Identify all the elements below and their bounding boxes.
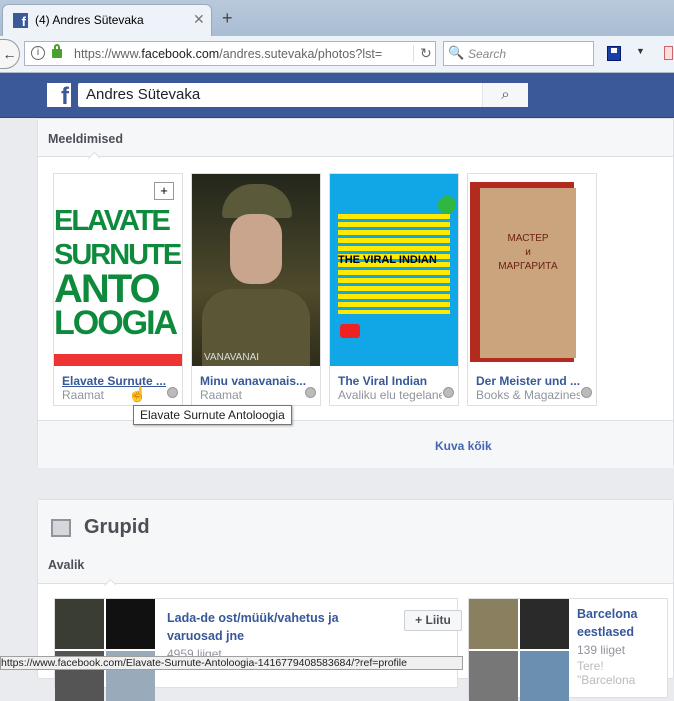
group-name[interactable]: Barcelona eestlased xyxy=(577,605,663,641)
page-category: Raamat xyxy=(200,388,243,402)
status-bar-url: https://www.facebook.com/Elavate-Surnute… xyxy=(0,656,463,670)
page-category: Avaliku elu tegelane xyxy=(338,388,442,402)
plus-icon: + xyxy=(415,613,426,627)
left-column xyxy=(0,118,37,670)
facebook-header: f Andres Sütevaka ⌕ xyxy=(0,73,674,118)
lock-icon xyxy=(52,44,62,58)
facebook-logo[interactable]: f xyxy=(47,83,71,107)
image-text: МАСТЕР xyxy=(507,233,549,244)
group-description: Tere! "Barcelona xyxy=(577,659,636,687)
search-placeholder: Search xyxy=(468,47,507,61)
search-button[interactable]: ⌕ xyxy=(482,83,528,107)
tab-caret xyxy=(88,152,100,159)
page-name[interactable]: Minu vanavanais... xyxy=(200,374,308,388)
url-prefix: https://www. xyxy=(74,47,142,61)
page-name[interactable]: Elavate Surnute ... xyxy=(62,374,170,388)
group-photo[interactable] xyxy=(55,599,104,649)
url-text[interactable]: https://www.facebook.com/andres.sutevaka… xyxy=(74,47,382,61)
groups-title[interactable]: Grupid xyxy=(84,516,150,539)
group-photo[interactable] xyxy=(469,599,518,649)
groups-header: Grupid Avalik xyxy=(38,500,673,584)
url-bar[interactable]: i https://www.facebook.com/andres.suteva… xyxy=(24,41,436,66)
image-text: VANAVANAI xyxy=(204,352,260,363)
image-text: МАРГАРИТА xyxy=(498,261,558,272)
tooltip: Elavate Surnute Antoloogia xyxy=(133,405,292,425)
likes-header: Meeldimised xyxy=(38,119,673,157)
group-members: 139 liiget xyxy=(577,643,626,657)
globe-icon xyxy=(167,387,178,398)
liked-page-tile[interactable]: ELAVATE SURNUTE ANTO LOOGIA + Elavate Su… xyxy=(53,173,183,406)
tab-public[interactable]: Avalik xyxy=(48,558,84,572)
groups-icon xyxy=(51,519,71,537)
page-category: Books & Magazines xyxy=(476,388,580,402)
browser-tab[interactable]: f (4) Andres Sütevaka ✕ xyxy=(2,4,212,36)
back-button[interactable]: ← xyxy=(0,39,20,69)
image-text: и xyxy=(525,247,531,258)
reload-icon[interactable]: ↻ xyxy=(413,45,432,62)
tab-caret xyxy=(104,579,116,586)
globe-icon xyxy=(443,387,454,398)
search-icon: ⌕ xyxy=(501,86,510,103)
join-label: Liitu xyxy=(425,613,451,627)
search-value: Andres Sütevaka xyxy=(86,86,201,103)
save-icon[interactable] xyxy=(607,46,621,61)
group-photo[interactable] xyxy=(520,599,569,649)
add-icon[interactable]: + xyxy=(154,182,174,200)
page-image[interactable]: МАСТЕР и МАРГАРИТА xyxy=(468,174,596,366)
url-path: /andres.sutevaka/photos?lst= xyxy=(219,47,383,61)
info-icon[interactable]: i xyxy=(31,46,45,60)
see-all-link[interactable]: Kuva kõik xyxy=(435,439,492,453)
group-name[interactable]: Lada-de ost/müük/vahetus ja varuosad jne xyxy=(167,609,397,645)
new-tab-button[interactable]: + xyxy=(222,8,233,29)
join-group-button[interactable]: + Liitu xyxy=(404,610,462,631)
group-photo[interactable] xyxy=(520,651,569,701)
image-text: ELAVATE xyxy=(54,205,171,237)
page-name[interactable]: The Viral Indian xyxy=(338,374,446,388)
search-engine-icon[interactable]: 🔍 xyxy=(448,45,464,61)
groups-section: Grupid Avalik Lada-de ost/müük/vahetus j… xyxy=(37,499,674,701)
youtube-icon xyxy=(340,324,360,338)
browser-tab-strip: f (4) Andres Sütevaka ✕ + xyxy=(0,0,674,36)
globe-icon xyxy=(581,387,592,398)
liked-page-tile[interactable]: VANAVANAI Minu vanavanais... Raamat xyxy=(191,173,321,406)
liked-page-tile[interactable]: THE VIRAL INDIAN The Viral Indian Avalik… xyxy=(329,173,459,406)
chevron-down-icon[interactable]: ▼ xyxy=(636,46,645,56)
navigation-toolbar: ← i https://www.facebook.com/andres.sute… xyxy=(0,36,674,73)
facebook-search-input[interactable]: Andres Sütevaka ⌕ xyxy=(78,83,528,107)
image-text: THE VIRAL INDIAN xyxy=(338,254,437,266)
group-photo[interactable] xyxy=(106,599,155,649)
image-band xyxy=(54,354,182,366)
page-name[interactable]: Der Meister und ... xyxy=(476,374,584,388)
image-text: LOOGIA xyxy=(54,304,178,342)
liked-page-tile[interactable]: МАСТЕР и МАРГАРИТА Der Meister und ... B… xyxy=(467,173,597,406)
browser-search-input[interactable]: 🔍 Search xyxy=(443,41,594,66)
image-text: ANTO xyxy=(54,267,161,311)
page-image[interactable]: ELAVATE SURNUTE ANTO LOOGIA + xyxy=(54,174,182,366)
group-photo[interactable] xyxy=(469,651,518,701)
group-card[interactable]: Barcelona eestlased 139 liiget Tere! "Ba… xyxy=(468,598,668,701)
hand-cursor-icon: ☝ xyxy=(128,386,147,403)
likes-footer: Kuva kõik xyxy=(38,420,673,468)
group-card[interactable]: Lada-de ost/müük/vahetus ja varuosad jne… xyxy=(54,598,462,701)
extension-icon[interactable] xyxy=(664,46,673,60)
globe-icon xyxy=(305,387,316,398)
close-tab-icon[interactable]: ✕ xyxy=(193,11,205,28)
facebook-favicon-icon: f xyxy=(13,13,28,29)
likes-title[interactable]: Meeldimised xyxy=(48,132,123,146)
tab-title: (4) Andres Sütevaka xyxy=(35,13,144,27)
url-domain: facebook.com xyxy=(141,47,220,61)
page-image[interactable]: VANAVANAI xyxy=(192,174,320,366)
whatsapp-icon xyxy=(438,196,456,214)
page-category: Raamat xyxy=(62,388,105,402)
page-image[interactable]: THE VIRAL INDIAN xyxy=(330,174,458,366)
